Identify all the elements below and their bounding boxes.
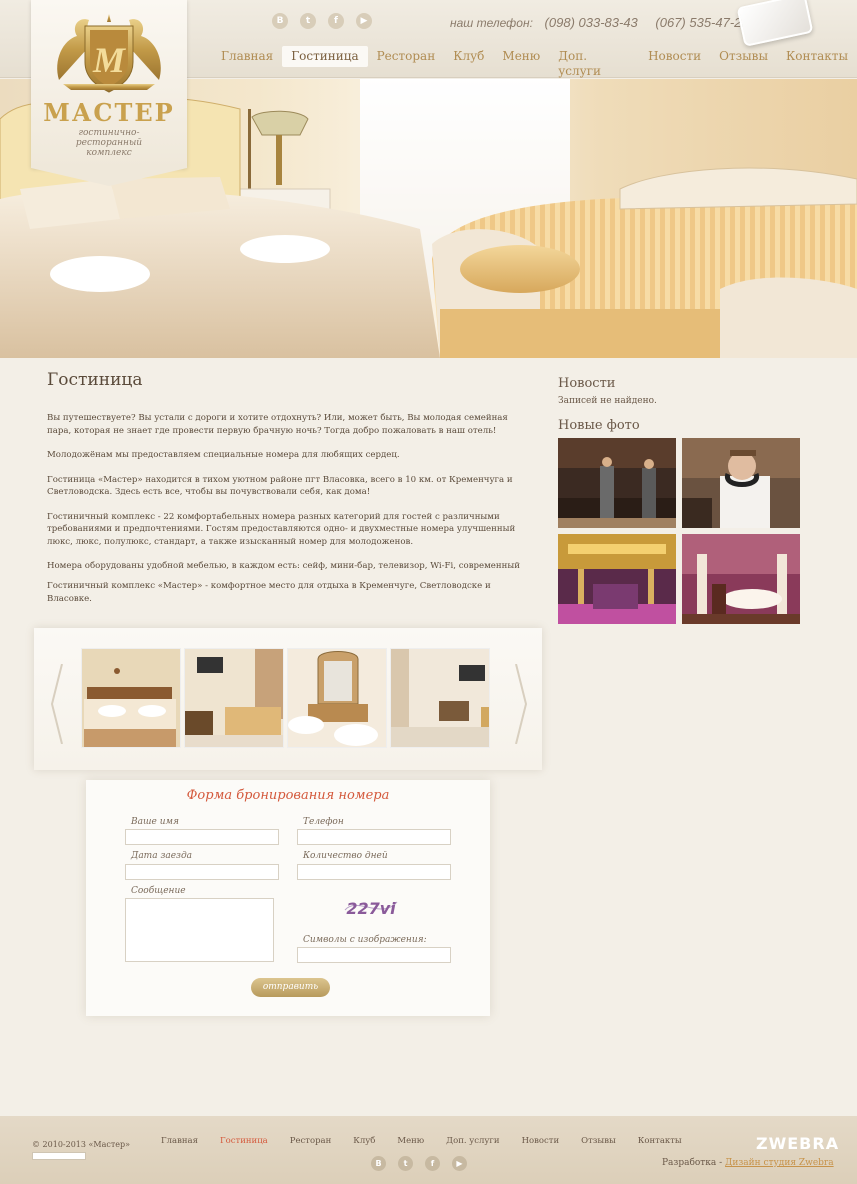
footer-nav-hotel[interactable]: Гостиница bbox=[209, 1136, 279, 1146]
message-textarea[interactable] bbox=[125, 898, 274, 962]
gallery-thumbnail[interactable] bbox=[287, 648, 387, 748]
gallery-next-icon[interactable] bbox=[514, 664, 528, 744]
developer-credit: Разработка - Дизайн студия Zwebra bbox=[662, 1158, 834, 1168]
phone-input[interactable] bbox=[297, 829, 451, 845]
gallery-prev-icon[interactable] bbox=[50, 664, 64, 744]
days-label: Количество дней bbox=[303, 851, 388, 861]
credit-prefix: Разработка - bbox=[662, 1158, 723, 1168]
photo-thumbnail[interactable] bbox=[558, 534, 676, 624]
nav-item-contacts[interactable]: Контакты bbox=[777, 46, 857, 67]
site-logo[interactable]: M МАСТЕР гостинично-ресторанный комплекс bbox=[31, 0, 187, 186]
submit-button[interactable]: отправить bbox=[251, 978, 330, 997]
phone-2: (067) 535-47-25 bbox=[655, 15, 749, 30]
header-social: В t f ▶ bbox=[272, 13, 372, 29]
nav-item-menu[interactable]: Меню bbox=[493, 46, 549, 67]
paragraph: Гостиница «Мастер» находится в тихом уют… bbox=[47, 474, 513, 498]
message-label: Сообщение bbox=[131, 886, 186, 896]
nav-item-home[interactable]: Главная bbox=[212, 46, 282, 67]
paragraph: Вы путешествуете? Вы устали с дороги и х… bbox=[47, 413, 508, 436]
nav-item-hotel[interactable]: Гостиница bbox=[282, 46, 368, 67]
gallery-thumbnail[interactable] bbox=[390, 648, 490, 748]
footer-nav-contacts[interactable]: Контакты bbox=[627, 1136, 693, 1146]
checkin-date-input[interactable] bbox=[125, 864, 279, 880]
nav-item-reviews[interactable]: Отзывы bbox=[710, 46, 777, 67]
youtube-icon[interactable]: ▶ bbox=[356, 13, 372, 29]
phone-field-label: Телефон bbox=[303, 817, 344, 827]
copyright: © 2010-2013 «Мастер» bbox=[32, 1140, 131, 1149]
captcha-label: Символы с изображения: bbox=[303, 935, 427, 945]
phone-label: наш телефон: bbox=[450, 16, 533, 30]
footer-nav-menu[interactable]: Меню bbox=[386, 1136, 435, 1146]
svg-text:M: M bbox=[92, 40, 127, 80]
footer-nav-club[interactable]: Клуб bbox=[342, 1136, 386, 1146]
captcha-input[interactable] bbox=[297, 947, 451, 963]
footer-nav-home[interactable]: Главная bbox=[150, 1136, 209, 1146]
youtube-icon[interactable]: ▶ bbox=[452, 1156, 467, 1171]
photo-thumbnail[interactable] bbox=[682, 534, 800, 624]
photo-thumbnail[interactable] bbox=[682, 438, 800, 528]
photo-grid bbox=[558, 438, 800, 624]
news-empty-text: Записей не найдено. bbox=[558, 396, 657, 406]
nav-item-news[interactable]: Новости bbox=[639, 46, 710, 67]
vk-icon[interactable]: В bbox=[272, 13, 288, 29]
vk-icon[interactable]: В bbox=[371, 1156, 386, 1171]
twitter-icon[interactable]: t bbox=[398, 1156, 413, 1171]
checkin-label: Дата заезда bbox=[131, 851, 193, 861]
site-footer: © 2010-2013 «Мастер» Главная Гостиница Р… bbox=[0, 1116, 857, 1184]
news-heading: Новости bbox=[558, 376, 616, 391]
facebook-icon[interactable]: f bbox=[425, 1156, 440, 1171]
footer-nav-news[interactable]: Новости bbox=[511, 1136, 571, 1146]
nav-item-services[interactable]: Доп. услуги bbox=[549, 46, 639, 78]
footer-nav-reviews[interactable]: Отзывы bbox=[570, 1136, 627, 1146]
footer-social: В t f ▶ bbox=[371, 1156, 467, 1171]
nav-item-restaurant[interactable]: Ресторан bbox=[368, 46, 445, 67]
paragraph: Номера оборудованы удобной мебелью, в ка… bbox=[47, 561, 520, 571]
logo-title: МАСТЕР bbox=[43, 98, 175, 127]
studio-logo[interactable]: ZWEBRA bbox=[756, 1134, 839, 1153]
paragraph: Гостиничный комплекс - 22 комфортабельны… bbox=[47, 511, 516, 547]
footer-nav: Главная Гостиница Ресторан Клуб Меню Доп… bbox=[150, 1136, 693, 1146]
photos-heading: Новые фото bbox=[558, 418, 640, 433]
facebook-icon[interactable]: f bbox=[328, 13, 344, 29]
studio-link[interactable]: Дизайн студия Zwebra bbox=[725, 1158, 834, 1168]
twitter-icon[interactable]: t bbox=[300, 13, 316, 29]
page-title: Гостиница bbox=[47, 370, 143, 390]
photo-thumbnail[interactable] bbox=[558, 438, 676, 528]
phone-1: (098) 033-83-43 bbox=[544, 15, 638, 30]
captcha-text: 227vi bbox=[346, 899, 396, 918]
tablet-decoration bbox=[736, 0, 814, 47]
nav-item-club[interactable]: Клуб bbox=[444, 46, 493, 67]
footer-nav-restaurant[interactable]: Ресторан bbox=[279, 1136, 343, 1146]
days-input[interactable] bbox=[297, 864, 451, 880]
room-gallery bbox=[34, 628, 542, 770]
header-phones: наш телефон: (098) 033-83-43 (067) 535-4… bbox=[450, 15, 749, 30]
logo-emblem-icon: M bbox=[57, 14, 161, 93]
name-label: Ваше имя bbox=[131, 817, 179, 827]
captcha-image: 227vi bbox=[341, 890, 401, 922]
paragraph: Молодожёнам мы предоставляем специальные… bbox=[47, 450, 400, 460]
name-input[interactable] bbox=[125, 829, 279, 845]
visit-counter[interactable] bbox=[32, 1152, 86, 1160]
main-content: Гостиница Вы путешествуете? Вы устали с … bbox=[47, 370, 527, 605]
gallery-thumbnail[interactable] bbox=[81, 648, 181, 748]
logo-tagline: гостинично-ресторанный комплекс bbox=[75, 128, 143, 158]
gallery-thumbnail[interactable] bbox=[184, 648, 284, 748]
footer-nav-services[interactable]: Доп. услуги bbox=[435, 1136, 510, 1146]
sidebar: Новости Записей не найдено. Новые фото bbox=[558, 376, 800, 624]
main-nav: Главная Гостиница Ресторан Клуб Меню Доп… bbox=[212, 46, 857, 78]
booking-form-title: Форма бронирования номера bbox=[186, 788, 390, 803]
booking-form: Форма бронирования номера Ваше имя Телеф… bbox=[86, 780, 490, 1016]
paragraph: Гостиничный комплекс «Мастер» - комфортн… bbox=[47, 581, 491, 604]
